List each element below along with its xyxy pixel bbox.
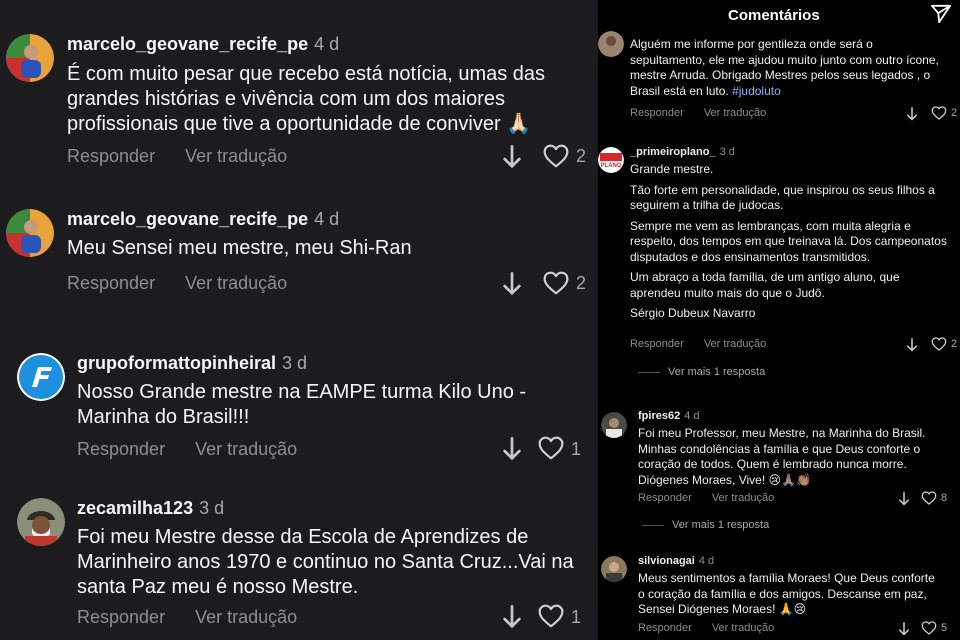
heart-icon[interactable]: [538, 436, 564, 460]
comment-text: É com muito pesar que recebo está notíci…: [67, 63, 546, 135]
avatar-logo-text: PLANO: [601, 163, 622, 169]
comment-actions: Responder Ver tradução: [67, 146, 317, 167]
reply-button[interactable]: Responder: [77, 607, 165, 627]
avatar[interactable]: [601, 556, 627, 582]
translate-button[interactable]: Ver tradução: [185, 273, 287, 293]
view-more-replies-button[interactable]: Ver mais 1 resposta: [638, 366, 765, 378]
view-more-replies-button[interactable]: Ver mais 1 resposta: [642, 519, 769, 531]
down-arrow-icon[interactable]: [898, 492, 910, 506]
reply-button[interactable]: Responder: [630, 107, 684, 119]
reply-button[interactable]: Responder: [638, 492, 692, 504]
comment-actions: Responder Ver tradução: [638, 492, 794, 504]
avatar[interactable]: [6, 34, 54, 82]
translate-button[interactable]: Ver tradução: [195, 439, 297, 459]
translate-button[interactable]: Ver tradução: [195, 607, 297, 627]
send-icon[interactable]: [930, 4, 952, 24]
comment-time: 4 d: [314, 209, 340, 229]
comment-username[interactable]: grupoformattopinheiral 3 d: [77, 353, 307, 374]
comment-username[interactable]: zecamilha123 3 d: [77, 498, 224, 519]
hashtag-link[interactable]: #judoluto: [732, 84, 781, 98]
divider: [642, 524, 664, 526]
comment-username[interactable]: fpires62 4 d: [638, 410, 700, 422]
like-count: 2: [951, 338, 958, 350]
comment-time: 3 d: [199, 498, 225, 518]
comment-actions: Responder Ver tradução: [77, 439, 327, 460]
reply-button[interactable]: Responder: [67, 146, 155, 166]
heart-icon[interactable]: [931, 337, 947, 351]
avatar[interactable]: [601, 412, 627, 438]
avatar[interactable]: PLANO: [598, 147, 624, 173]
heart-icon[interactable]: [543, 144, 569, 168]
comment-text: Foi meu Professor, meu Mestre, na Marinh…: [638, 426, 926, 487]
like-count: 1: [571, 607, 582, 627]
comment-username[interactable]: _primeiroplano_ 3 d: [630, 146, 735, 158]
zoomed-comments-panel: marcelo_geovane_recife_pe 4 d É com muito…: [0, 0, 598, 640]
divider: [638, 371, 660, 373]
comment-text: Grande mestre. Tão forte em personalidad…: [630, 162, 952, 323]
reply-button[interactable]: Responder: [638, 622, 692, 634]
comments-sheet: Comentários Alguém me informe por gentil…: [598, 0, 960, 640]
reply-button[interactable]: Responder: [630, 338, 684, 350]
down-arrow-icon[interactable]: [502, 145, 522, 169]
comment-time: 3 d: [719, 146, 735, 158]
translate-button[interactable]: Ver tradução: [712, 622, 774, 634]
comment-actions: Responder Ver tradução: [77, 607, 327, 628]
down-arrow-icon[interactable]: [502, 437, 522, 461]
down-arrow-icon[interactable]: [906, 107, 918, 121]
heart-icon[interactable]: [921, 491, 937, 505]
comment-actions: Responder Ver tradução: [630, 338, 786, 350]
heart-icon[interactable]: [538, 604, 564, 628]
comment-paragraph: Sempre me vem as lembranças, com muita a…: [630, 218, 947, 264]
translate-button[interactable]: Ver tradução: [712, 492, 774, 504]
avatar[interactable]: [17, 353, 65, 401]
translate-button[interactable]: Ver tradução: [704, 338, 766, 350]
comment-paragraph: Grande mestre.: [630, 162, 714, 176]
reply-button[interactable]: Responder: [77, 439, 165, 459]
comment-username[interactable]: silvionagai 4 d: [638, 555, 714, 567]
translate-button[interactable]: Ver tradução: [185, 146, 287, 166]
comment-time: 3 d: [282, 353, 308, 373]
avatar[interactable]: [6, 209, 54, 257]
heart-icon[interactable]: [543, 271, 569, 295]
like-count: 2: [951, 107, 958, 119]
comment-actions: Responder Ver tradução: [67, 273, 317, 294]
comment-username[interactable]: marcelo_geovane_recife_pe 4 d: [67, 209, 339, 230]
comment-paragraph: Um abraço a toda família, de um antigo a…: [630, 270, 900, 300]
like-count: 1: [571, 439, 582, 459]
comment-time: 4 d: [684, 410, 700, 422]
comment-text: Nosso Grande mestre na EAMPE turma Kilo …: [77, 381, 527, 428]
down-arrow-icon[interactable]: [502, 272, 522, 296]
comment-paragraph: Sérgio Dubeux Navarro: [630, 306, 756, 320]
comment-actions: Responder Ver tradução: [638, 622, 794, 634]
comment-username[interactable]: marcelo_geovane_recife_pe 4 d: [67, 34, 339, 55]
comment-text: Foi meu Mestre desse da Escola de Aprend…: [77, 526, 574, 598]
comment-text: Meu Sensei meu mestre, meu Shi-Ran: [67, 237, 412, 259]
like-count: 2: [576, 146, 587, 166]
comment-text: Alguém me informe por gentileza onde ser…: [630, 37, 939, 98]
comment-paragraph: Tão forte em personalidade, que inspirou…: [630, 182, 935, 213]
like-count: 8: [941, 492, 948, 504]
like-count: 2: [576, 273, 587, 293]
reply-button[interactable]: Responder: [67, 273, 155, 293]
down-arrow-icon[interactable]: [502, 605, 522, 629]
heart-icon[interactable]: [921, 621, 937, 635]
avatar[interactable]: [598, 31, 624, 57]
comment-actions: Responder Ver tradução: [630, 107, 786, 119]
down-arrow-icon[interactable]: [906, 338, 918, 352]
like-count: 5: [941, 622, 948, 634]
avatar[interactable]: [17, 498, 65, 546]
down-arrow-icon[interactable]: [898, 622, 910, 636]
comment-time: 4 d: [314, 34, 340, 54]
translate-button[interactable]: Ver tradução: [704, 107, 766, 119]
comment-text: Meus sentimentos a família Moraes! Que D…: [638, 571, 935, 616]
sheet-title: Comentários: [728, 7, 820, 24]
heart-icon[interactable]: [931, 106, 947, 120]
comment-time: 4 d: [698, 555, 715, 567]
